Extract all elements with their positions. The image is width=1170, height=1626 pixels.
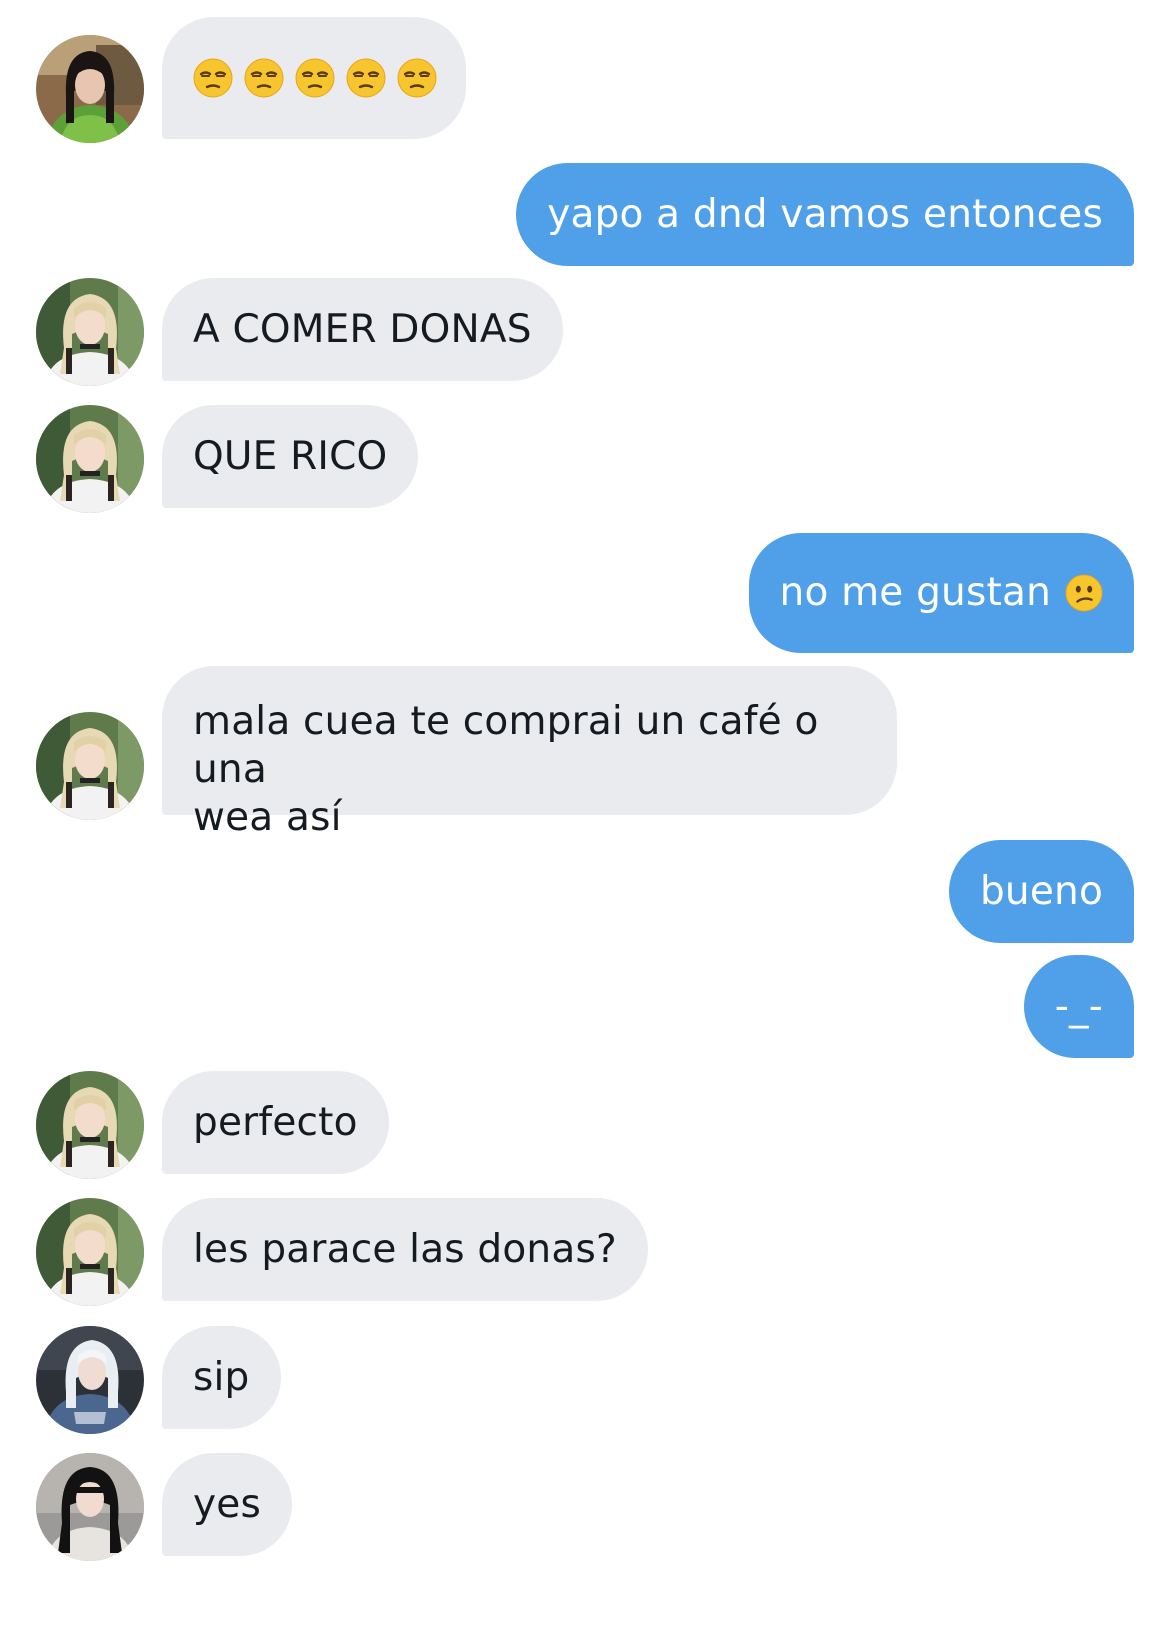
message-bubble-incoming[interactable]: les parace las donas?: [162, 1198, 648, 1301]
message-line: wea así: [193, 795, 342, 840]
message-bubble-outgoing[interactable]: bueno: [948, 840, 1134, 943]
message-text: -_-: [1054, 983, 1103, 1029]
message-text: QUE RICO: [193, 433, 388, 479]
avatar[interactable]: [36, 1198, 144, 1306]
avatar[interactable]: [36, 35, 144, 143]
message-bubble-incoming[interactable]: QUE RICO: [162, 405, 419, 508]
emoji-row: [193, 58, 437, 98]
message-text: yes: [193, 1481, 261, 1527]
message-text: sip: [193, 1354, 250, 1400]
message-bubble-incoming[interactable]: A COMER DONAS: [162, 278, 563, 381]
message-bubble-incoming[interactable]: perfecto: [162, 1071, 389, 1174]
confused-face-icon: [1065, 574, 1103, 612]
avatar[interactable]: [36, 712, 144, 820]
avatar[interactable]: [36, 1071, 144, 1179]
message-line: mala cuea te comprai un café o una: [193, 699, 819, 792]
message-text: no me gustan: [779, 570, 1051, 615]
avatar[interactable]: [36, 1326, 144, 1434]
unamused-face-icon: [295, 58, 335, 98]
message-text: yapo a dnd vamos entonces: [547, 191, 1103, 237]
message-bubble-outgoing[interactable]: no me gustan: [748, 533, 1134, 653]
message-text: mala cuea te comprai un café o una wea a…: [193, 698, 866, 842]
message-text: A COMER DONAS: [193, 306, 532, 352]
avatar[interactable]: [36, 1453, 144, 1561]
unamused-face-icon: [193, 58, 233, 98]
message-bubble-incoming[interactable]: mala cuea te comprai un café o una wea a…: [162, 666, 897, 840]
unamused-face-icon: [244, 58, 284, 98]
message-bubble-incoming[interactable]: [162, 17, 466, 139]
unamused-face-icon: [397, 58, 437, 98]
message-bubble-incoming[interactable]: yes: [162, 1453, 292, 1556]
message-text: les parace las donas?: [193, 1226, 617, 1272]
avatar[interactable]: [36, 405, 144, 513]
message-bubble-outgoing[interactable]: yapo a dnd vamos entonces: [516, 163, 1134, 266]
message-bubble-incoming[interactable]: sip: [162, 1326, 281, 1429]
message-text: bueno: [979, 868, 1103, 914]
message-text: perfecto: [193, 1099, 358, 1145]
unamused-face-icon: [346, 58, 386, 98]
avatar[interactable]: [36, 278, 144, 386]
message-bubble-outgoing[interactable]: -_-: [1023, 955, 1134, 1058]
